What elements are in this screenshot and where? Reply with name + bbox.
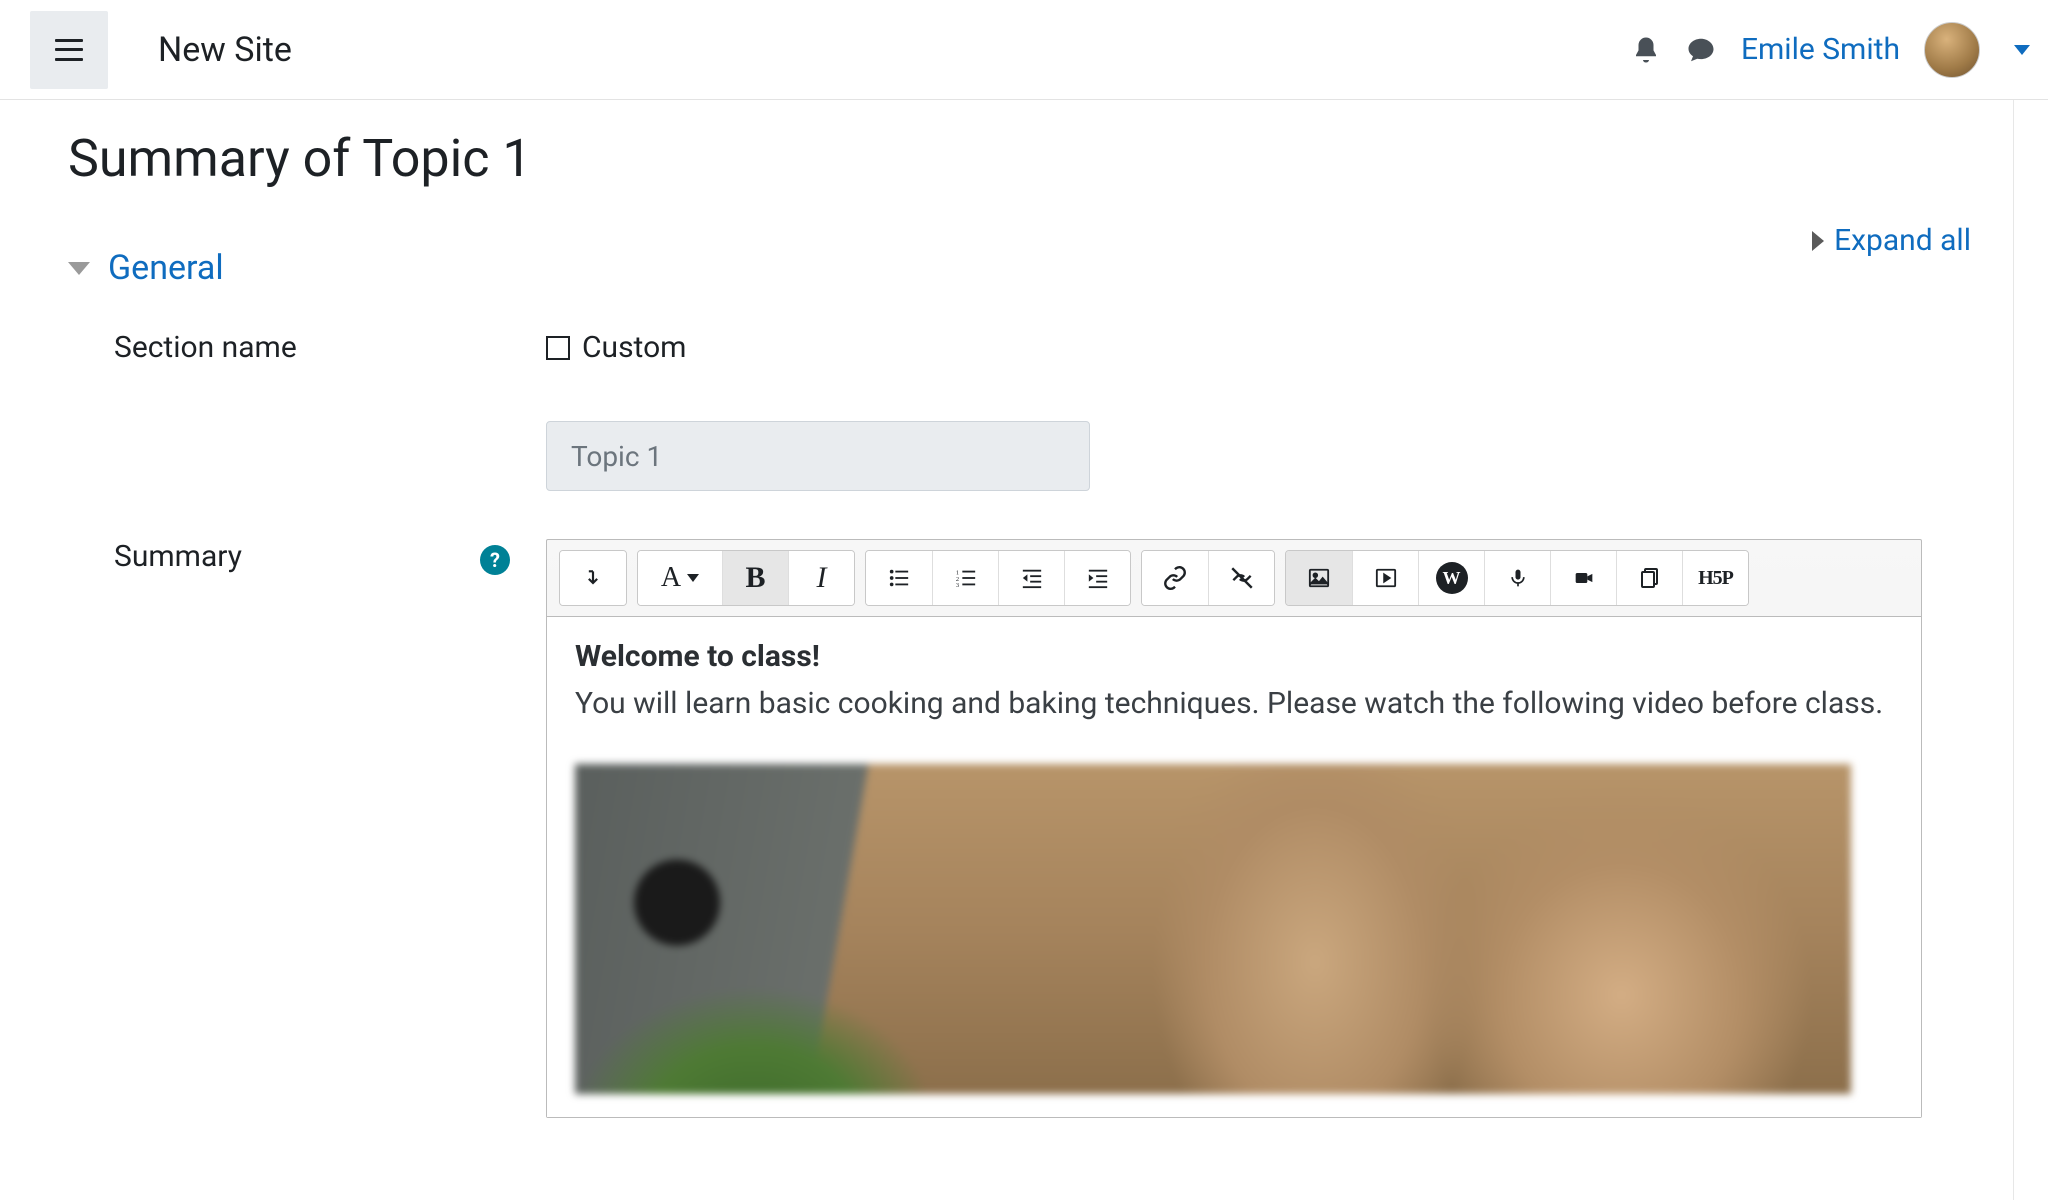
outdent-button[interactable] <box>998 551 1064 605</box>
custom-checkbox[interactable] <box>546 336 570 360</box>
main-content: Summary of Topic 1 Expand all General Se… <box>0 100 2014 1200</box>
h5p-icon: H5P <box>1698 567 1733 590</box>
image-icon <box>1306 567 1332 589</box>
general-section-title: General <box>108 248 224 288</box>
indent-icon <box>1084 567 1112 589</box>
summary-label: Summary <box>114 539 242 574</box>
summary-help-icon[interactable]: ? <box>480 545 510 575</box>
editor-heading-text: Welcome to class! <box>575 639 1893 674</box>
record-audio-button[interactable] <box>1484 551 1550 605</box>
user-menu-caret-icon[interactable] <box>2014 45 2030 55</box>
media-icon <box>1373 567 1399 589</box>
bullet-list-button[interactable] <box>866 551 932 605</box>
notifications-button[interactable] <box>1631 35 1661 65</box>
custom-checkbox-label: Custom <box>582 330 687 365</box>
arrow-down-icon <box>583 565 603 591</box>
caret-down-icon <box>687 574 699 582</box>
general-section-toggle[interactable]: General <box>68 248 1971 288</box>
image-button[interactable] <box>1286 551 1352 605</box>
section-name-control-col: Custom Topic 1 <box>546 330 1971 491</box>
custom-checkbox-row: Custom <box>546 330 1971 365</box>
chevron-down-icon <box>68 262 90 275</box>
hamburger-icon <box>55 39 83 61</box>
outdent-icon <box>1018 567 1046 589</box>
section-name-label: Section name <box>114 330 297 365</box>
rich-text-editor: A B I 123 <box>546 539 1922 1118</box>
embedded-video-thumbnail[interactable] <box>575 764 1851 1094</box>
bold-icon: B <box>745 561 765 595</box>
user-avatar[interactable] <box>1924 22 1980 78</box>
link-icon <box>1162 565 1188 591</box>
page-title: Summary of Topic 1 <box>68 128 1971 189</box>
files-icon <box>1638 566 1662 590</box>
link-button[interactable] <box>1142 551 1208 605</box>
expand-all-text: Expand all <box>1834 223 1971 258</box>
unlink-icon <box>1229 565 1255 591</box>
numbered-list-button[interactable]: 123 <box>932 551 998 605</box>
topbar-right: Emile Smith <box>1631 22 2030 78</box>
bell-icon <box>1631 35 1661 65</box>
chevron-right-icon <box>1812 231 1824 251</box>
microphone-icon <box>1508 565 1528 591</box>
letter-a-icon: A <box>661 562 681 594</box>
h5p-button[interactable]: H5P <box>1682 551 1748 605</box>
record-video-button[interactable] <box>1550 551 1616 605</box>
messages-button[interactable] <box>1685 35 1717 65</box>
numbered-list-icon: 123 <box>952 567 980 589</box>
user-menu-name[interactable]: Emile Smith <box>1741 32 1900 67</box>
indent-button[interactable] <box>1064 551 1130 605</box>
svg-text:3: 3 <box>955 582 958 589</box>
media-button[interactable] <box>1352 551 1418 605</box>
summary-row: Summary ? A B <box>68 539 1971 1118</box>
bold-button[interactable]: B <box>722 551 788 605</box>
top-navbar: New Site Emile Smith <box>0 0 2048 100</box>
video-camera-icon <box>1570 568 1598 588</box>
section-name-label-col: Section name <box>68 330 546 491</box>
paragraph-style-button[interactable]: A <box>638 551 722 605</box>
wiris-button[interactable]: W <box>1418 551 1484 605</box>
speech-bubble-icon <box>1685 35 1717 65</box>
site-name[interactable]: New Site <box>158 30 292 70</box>
wiris-icon: W <box>1436 562 1468 594</box>
summary-label-col: Summary ? <box>68 539 546 1118</box>
toolbar-toggle-button[interactable] <box>560 551 626 605</box>
italic-icon: I <box>817 561 827 595</box>
editor-body-text: You will learn basic cooking and baking … <box>575 682 1893 726</box>
nav-drawer-toggle[interactable] <box>30 11 108 89</box>
bullet-list-icon <box>885 567 913 589</box>
manage-files-button[interactable] <box>1616 551 1682 605</box>
editor-toolbar: A B I 123 <box>547 540 1921 617</box>
italic-button[interactable]: I <box>788 551 854 605</box>
section-name-row: Section name Custom Topic 1 <box>68 330 1971 491</box>
section-name-input[interactable]: Topic 1 <box>546 421 1090 491</box>
summary-control-col: A B I 123 <box>546 539 1971 1118</box>
editor-content-area[interactable]: Welcome to class! You will learn basic c… <box>547 617 1921 1117</box>
unlink-button[interactable] <box>1208 551 1274 605</box>
